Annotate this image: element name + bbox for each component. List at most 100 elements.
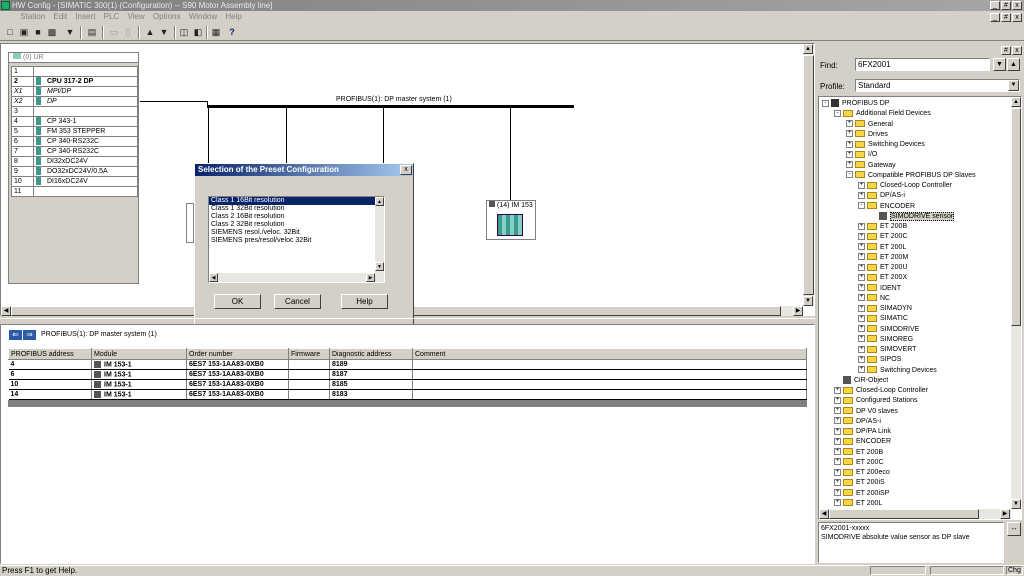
col-profibus-address[interactable]: PROFIBUS address xyxy=(8,348,92,360)
expand-icon[interactable]: + xyxy=(858,263,865,271)
paste-icon[interactable]: ▯ xyxy=(122,26,134,38)
scroll-down-button[interactable]: ▼ xyxy=(803,296,813,306)
tree-item[interactable]: + Drives xyxy=(846,130,888,140)
expand-icon[interactable]: + xyxy=(834,396,841,404)
rack-row[interactable]: 11 xyxy=(11,186,138,197)
rack-row[interactable]: 3 xyxy=(11,106,138,117)
tree-item[interactable]: + ET 200M xyxy=(858,253,908,263)
tree-item[interactable]: + ET 200L xyxy=(834,499,882,509)
tree-item[interactable]: + DP/AS-i xyxy=(834,417,881,427)
rack-row[interactable]: 9 DO32xDC24V/0.5A xyxy=(11,166,138,177)
expand-icon[interactable]: + xyxy=(858,243,865,251)
tree-scroll-left[interactable]: ◀ xyxy=(819,509,829,519)
col-diagnostic-address[interactable]: Diagnostic address xyxy=(329,348,413,360)
tree-item[interactable]: + ET 200B xyxy=(858,222,907,232)
rack-row[interactable]: 1 xyxy=(11,66,138,77)
expand-icon[interactable]: + xyxy=(846,140,853,148)
expand-icon[interactable]: + xyxy=(858,335,865,343)
tree-item[interactable]: - ENCODER xyxy=(858,202,915,212)
tree-item[interactable]: + ET 200iSP xyxy=(834,489,889,499)
back-arrow-icon[interactable]: ⇐ xyxy=(9,330,22,340)
close-button[interactable]: x xyxy=(1012,1,1022,10)
expand-icon[interactable]: + xyxy=(858,355,865,363)
rack-row[interactable]: 8 DI32xDC24V xyxy=(11,156,138,167)
expand-icon[interactable]: + xyxy=(858,314,865,322)
chevron-down-icon[interactable]: ▼ xyxy=(1008,80,1019,91)
expand-icon[interactable]: + xyxy=(834,489,841,497)
tree-item[interactable]: + Gateway xyxy=(846,161,896,171)
save-compile-icon[interactable]: ▩ xyxy=(46,26,58,38)
find-next-icon[interactable]: ▼ xyxy=(993,58,1006,71)
preset-option[interactable]: Class 1 16Bit resolution xyxy=(209,197,384,205)
menu-insert[interactable]: Insert xyxy=(75,12,95,21)
rack-row[interactable]: 4 CP 343-1 xyxy=(11,116,138,127)
preset-option[interactable]: Class 1 32Bit resolution xyxy=(209,205,384,213)
collapse-icon[interactable]: - xyxy=(858,202,865,210)
menu-plc[interactable]: PLC xyxy=(104,12,120,21)
tree-item[interactable]: + ET 200eco xyxy=(834,468,890,478)
col-module[interactable]: Module xyxy=(91,348,187,360)
table-row[interactable]: 14 IM 153-1 6ES7 153-1AA83-0XB0 8183 xyxy=(8,389,807,400)
list-scroll-up[interactable]: ▲ xyxy=(375,197,384,206)
tree-scroll-down[interactable]: ▼ xyxy=(1011,499,1021,509)
module-info-icon[interactable]: ◫ xyxy=(178,26,190,38)
expand-icon[interactable]: + xyxy=(846,150,853,158)
col-firmware[interactable]: Firmware xyxy=(288,348,330,360)
menu-help[interactable]: Help xyxy=(225,12,241,21)
tree-item[interactable]: + Switching Devices xyxy=(858,366,937,376)
expand-icon[interactable]: + xyxy=(834,437,841,445)
tree-item[interactable]: + Configured Stations xyxy=(834,396,917,406)
expand-icon[interactable]: + xyxy=(834,386,841,394)
splitter[interactable] xyxy=(0,318,815,321)
collapse-icon[interactable]: - xyxy=(822,99,829,107)
catalog-icon[interactable]: ◧ xyxy=(192,26,204,38)
tree-item[interactable]: + ENCODER xyxy=(834,437,891,447)
new-icon[interactable]: □ xyxy=(4,26,16,38)
tree-item[interactable]: + ET 200U xyxy=(858,263,908,273)
expand-icon[interactable]: + xyxy=(858,273,865,281)
tree-item[interactable]: + Closed-Loop Controller xyxy=(834,386,928,396)
tree-item[interactable]: + ET 200L xyxy=(858,243,906,253)
rack-row[interactable]: 7 CP 340-RS232C xyxy=(11,146,138,157)
rack-row[interactable]: 5 FM 353 STEPPER xyxy=(11,126,138,137)
menu-station[interactable]: Station xyxy=(20,12,45,21)
expand-icon[interactable]: + xyxy=(858,294,865,302)
ok-button[interactable]: OK xyxy=(214,294,261,309)
expand-icon[interactable]: + xyxy=(834,417,841,425)
expand-icon[interactable]: + xyxy=(858,253,865,261)
collapse-icon[interactable]: - xyxy=(846,171,853,179)
rack-row[interactable]: 6 CP 340-RS232C xyxy=(11,136,138,147)
tree-item[interactable]: + SIMADYN xyxy=(858,304,912,314)
catalog-info-icon[interactable]: ↔ xyxy=(1007,522,1021,536)
download-icon[interactable]: ▼ xyxy=(64,26,76,38)
expand-icon[interactable]: + xyxy=(858,325,865,333)
tree-item[interactable]: + IDENT xyxy=(858,284,901,294)
tree-item[interactable]: + SIMATIC xyxy=(858,314,908,324)
table-row[interactable]: 10 IM 153-1 6ES7 153-1AA83-0XB0 8185 xyxy=(8,379,807,390)
network-icon[interactable]: ▦ xyxy=(210,26,222,38)
find-prev-icon[interactable]: ▲ xyxy=(1007,58,1020,71)
forward-arrow-icon[interactable]: ⇒ xyxy=(23,330,36,340)
copy-icon[interactable]: ▭ xyxy=(108,26,120,38)
tree-item[interactable]: CiR-Object xyxy=(834,375,888,386)
tree-item[interactable]: + DP/AS-i xyxy=(858,191,905,201)
tree-scroll-up[interactable]: ▲ xyxy=(1011,97,1021,107)
tree-item[interactable]: - PROFIBUS DP xyxy=(822,99,889,109)
col-order-number[interactable]: Order number xyxy=(186,348,289,360)
tree-item[interactable]: + SIMOVERT xyxy=(858,345,916,355)
rack-row[interactable]: 10 DI16xDC24V xyxy=(11,176,138,187)
doc-close-button[interactable]: x xyxy=(1012,13,1022,22)
tree-item[interactable]: + Closed-Loop Controller xyxy=(858,181,952,191)
collapse-icon[interactable]: - xyxy=(834,109,841,117)
expand-icon[interactable]: + xyxy=(858,222,865,230)
expand-icon[interactable]: + xyxy=(858,191,865,199)
help-button[interactable]: Help xyxy=(341,294,388,309)
tree-item[interactable]: + ET 200C xyxy=(858,232,908,242)
rack-row[interactable]: 2 CPU 317-2 DP xyxy=(11,76,138,87)
print-icon[interactable]: ▤ xyxy=(86,26,98,38)
list-scroll-down[interactable]: ▼ xyxy=(375,262,384,271)
expand-icon[interactable]: + xyxy=(858,345,865,353)
tree-item[interactable]: SIMODRIVE sensor xyxy=(870,211,955,222)
expand-icon[interactable]: + xyxy=(858,366,865,374)
preset-option[interactable]: SIEMENS resol./veloc. 32Bit xyxy=(209,229,384,237)
